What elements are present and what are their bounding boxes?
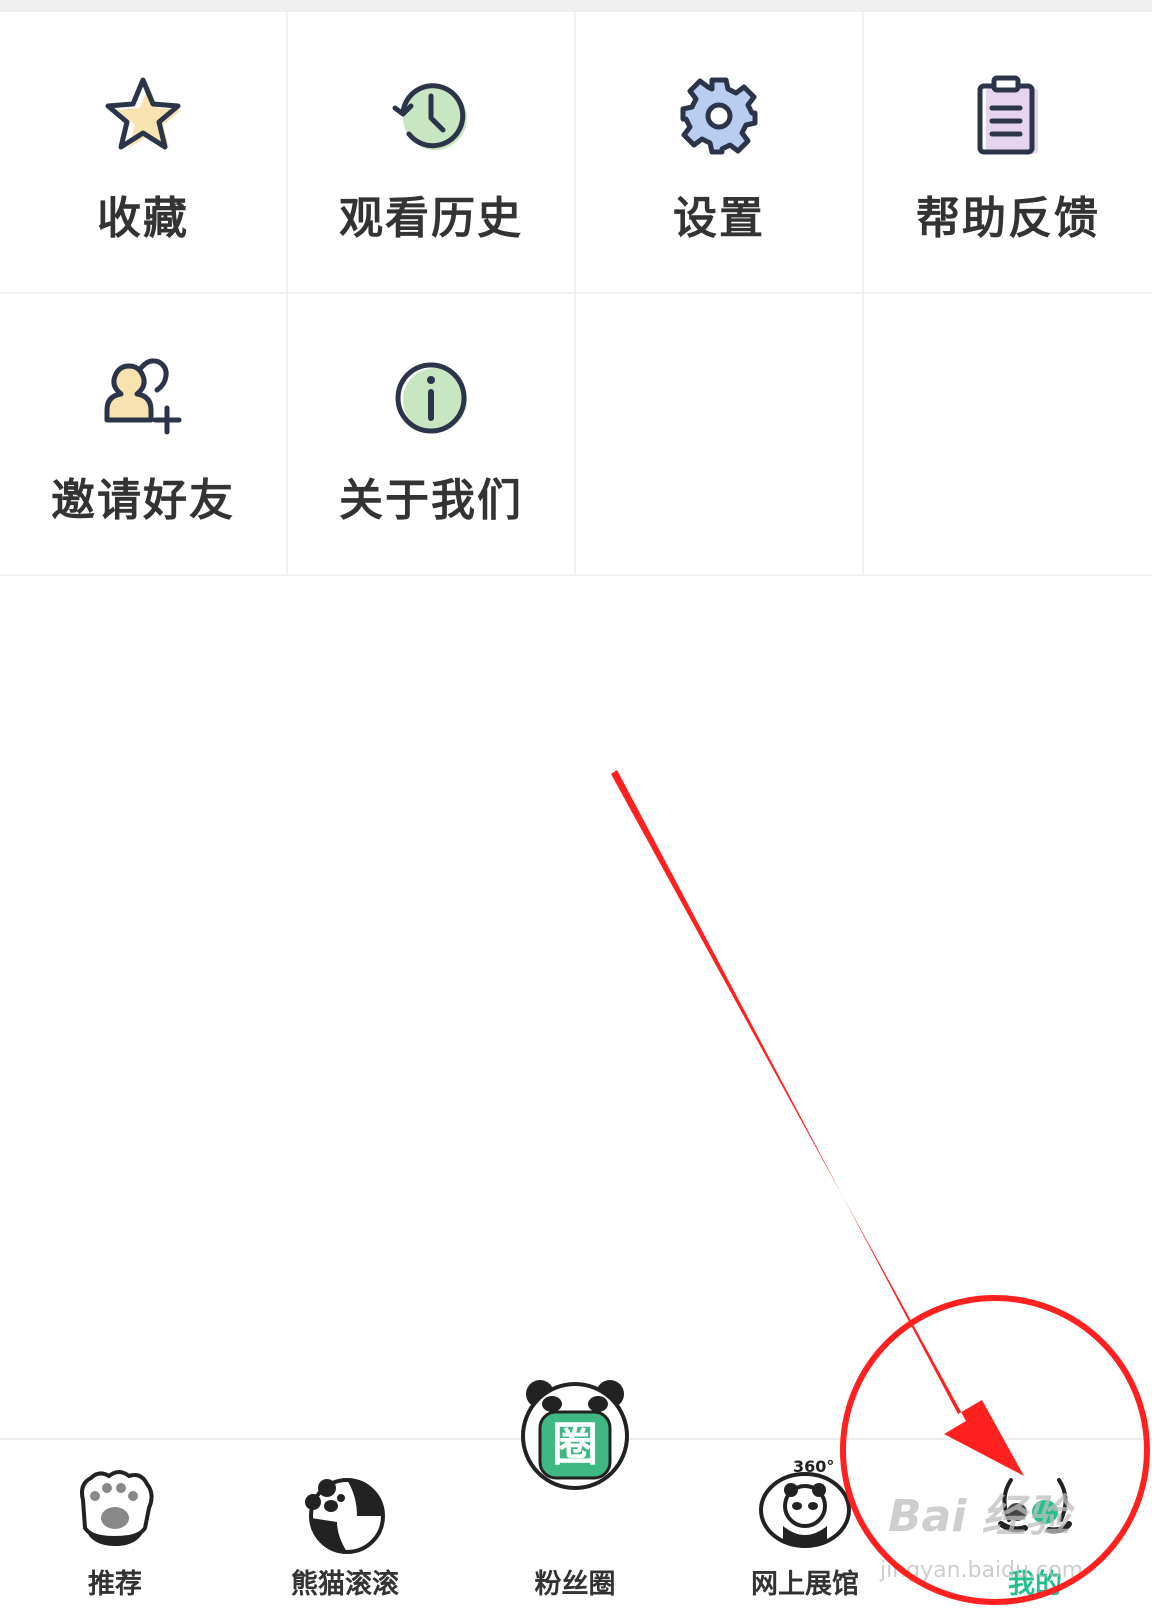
menu-item-label: 邀请好友: [51, 475, 235, 526]
menu-item-label: 收藏: [97, 193, 189, 244]
menu-item-help-feedback[interactable]: 帮助反馈: [864, 12, 1152, 294]
nav-item-label: 粉丝圈: [534, 1569, 616, 1600]
annotation-arrow: [611, 770, 1024, 1476]
menu-item-history[interactable]: 观看历史: [288, 12, 576, 294]
star-icon: [105, 77, 181, 150]
nav-item-rolling-panda[interactable]: 熊猫滚滚: [230, 1440, 460, 1616]
panda-360-icon: 360°: [759, 1457, 851, 1548]
function-grid: 收藏 观看历史 设置 帮助反馈 邀请好友 关于我们: [0, 12, 1152, 576]
menu-item-about-us[interactable]: 关于我们: [288, 294, 576, 576]
watermark-brand: Bai 经验: [888, 1491, 1070, 1542]
svg-text:圈: 圈: [552, 1417, 598, 1471]
watermark: Bai 经验 jingyan.baidu.com: [880, 1480, 1110, 1590]
empty-cell: [864, 294, 1152, 576]
watermark-url: jingyan.baidu.com: [880, 1558, 1084, 1583]
nav-item-recommend[interactable]: 推荐: [0, 1440, 230, 1616]
nav-item-label: 推荐: [88, 1569, 142, 1600]
rolling-panda-icon: [305, 1478, 385, 1554]
panda-fan-circle-icon: 圈: [521, 1380, 629, 1490]
menu-item-favorites[interactable]: 收藏: [0, 12, 288, 294]
top-strip: [0, 0, 1152, 12]
menu-item-label: 帮助反馈: [916, 193, 1100, 244]
menu-item-invite-friends[interactable]: 邀请好友: [0, 294, 288, 576]
nav-item-fan-circle[interactable]: 圈 粉丝圈: [460, 1380, 690, 1616]
add-user-icon: [104, 358, 182, 435]
empty-cell: [576, 294, 864, 576]
history-clock-icon: [392, 83, 467, 150]
info-icon: [395, 362, 467, 434]
panda-paw-icon: [80, 1470, 154, 1546]
menu-item-label: 关于我们: [339, 475, 523, 526]
menu-item-settings[interactable]: 设置: [576, 12, 864, 294]
menu-item-label: 观看历史: [339, 193, 523, 244]
svg-text:360°: 360°: [793, 1457, 834, 1476]
nav-item-label: 熊猫滚滚: [291, 1569, 399, 1600]
app-screen: 收藏 观看历史 设置 帮助反馈 邀请好友 关于我们 推荐 熊猫滚滚 圈 粉丝圈 …: [0, 0, 1152, 1616]
clipboard-icon: [977, 75, 1038, 155]
gear-icon: [680, 77, 758, 155]
menu-item-label: 设置: [673, 193, 765, 244]
